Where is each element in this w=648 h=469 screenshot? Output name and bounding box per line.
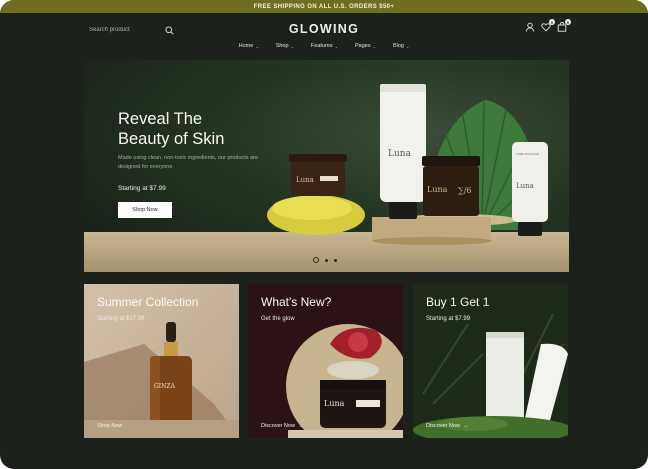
card-link-label: Shop Now: [97, 423, 123, 429]
promo-card-whats-new[interactable]: Luna What's New? Get the glow Discover N…: [248, 284, 403, 438]
nav-item-pages[interactable]: Pages ⌄: [355, 43, 376, 49]
nav-item-label: Pages: [354, 43, 371, 49]
nav-item-label: Shop: [275, 43, 289, 49]
svg-text:∑/6: ∑/6: [458, 186, 472, 195]
sponge-image: [267, 195, 365, 235]
jar-right-image: Luna ∑/6: [422, 156, 480, 216]
carousel-dot-2[interactable]: [325, 258, 328, 262]
nav-item-features[interactable]: Features ⌄: [311, 43, 338, 49]
promo-card-buy-one[interactable]: Buy 1 Get 1 Starting at $7.99 Discover N…: [413, 284, 568, 438]
discover-now-link[interactable]: Discover Now →: [426, 423, 468, 429]
card-subtitle: Get the glow: [261, 316, 295, 322]
bottle-label: GINZA: [154, 383, 176, 390]
hero-banner: Luna Luna Luna ∑/6 TUBE PACKAGE Luna Rev…: [84, 60, 569, 272]
card-subtitle: Starting at $17.99: [97, 316, 145, 322]
nav-item-label: Features: [310, 43, 333, 49]
carousel-dot-1[interactable]: [313, 257, 319, 263]
nav-item-label: Home: [238, 43, 254, 49]
card-link-label: Discover Now: [426, 423, 460, 429]
chevron-down-icon: ⌄: [290, 43, 294, 49]
carousel-dots: [313, 257, 337, 263]
shop-now-link[interactable]: Shop Now: [97, 423, 122, 429]
card-link-label: Discover Now: [261, 423, 295, 429]
card-subtitle: Starting at $7.99: [426, 316, 471, 322]
tube-tall-image: Luna: [380, 84, 426, 219]
discover-now-link[interactable]: Discover Now →: [261, 423, 303, 429]
nav-item-blog[interactable]: Blog ⌄: [393, 43, 409, 49]
user-icon[interactable]: [525, 22, 535, 32]
tube-label: Luna: [516, 182, 534, 190]
nav-item-home[interactable]: Home ⌄: [239, 43, 259, 49]
hero-title: Reveal The Beauty of Skin: [118, 109, 318, 149]
page-frame: FREE SHIPPING ON ALL U.S. ORDERS $50+ GL…: [0, 0, 648, 469]
nav-item-shop[interactable]: Shop ⌄: [276, 43, 294, 49]
hero-title-line2: Beauty of Skin: [118, 130, 225, 148]
heart-icon[interactable]: 0: [541, 19, 555, 32]
chevron-down-icon: ⌄: [405, 43, 410, 49]
chevron-down-icon: ⌄: [334, 43, 338, 49]
main-nav: Home ⌄ Shop ⌄ Features ⌄ Pages ⌄ Blog ⌄: [0, 43, 648, 49]
hero-subtitle: Made using clean, non-toxic ingredients,…: [118, 155, 259, 170]
jar-label: Luna: [427, 185, 448, 194]
header-actions: 0 0: [525, 19, 571, 32]
cart-count-badge: 0: [565, 19, 571, 25]
card-title: What's New?: [261, 295, 332, 309]
promo-card-summer[interactable]: GINZA Summer Collection Starting at $17.…: [84, 284, 239, 438]
hero-title-line1: Reveal The: [118, 110, 203, 128]
chevron-down-icon: ⌄: [372, 43, 376, 49]
hero-price: Starting at $7.99: [118, 185, 166, 192]
tube-small-label: TUBE PACKAGE: [516, 152, 539, 156]
shop-now-button[interactable]: Shop Now: [118, 202, 172, 218]
arrow-right-icon: →: [297, 423, 304, 429]
chevron-down-icon: ⌄: [255, 43, 259, 49]
carousel-dot-3[interactable]: [334, 258, 337, 262]
bag-icon[interactable]: 0: [557, 19, 571, 32]
jar-left-image: Luna: [289, 154, 347, 196]
card-title: Summer Collection: [97, 295, 199, 309]
wishlist-count-badge: 0: [549, 19, 555, 25]
jar-label: Luna: [324, 399, 345, 408]
card-title: Buy 1 Get 1: [426, 295, 490, 309]
tube-small-image: TUBE PACKAGE Luna: [512, 142, 548, 236]
tube-label: Luna: [388, 149, 412, 159]
nav-item-label: Blog: [392, 43, 404, 49]
jar-label: Luna: [296, 176, 314, 184]
announcement-bar: FREE SHIPPING ON ALL U.S. ORDERS $50+: [0, 0, 648, 13]
arrow-right-icon: →: [462, 423, 469, 429]
